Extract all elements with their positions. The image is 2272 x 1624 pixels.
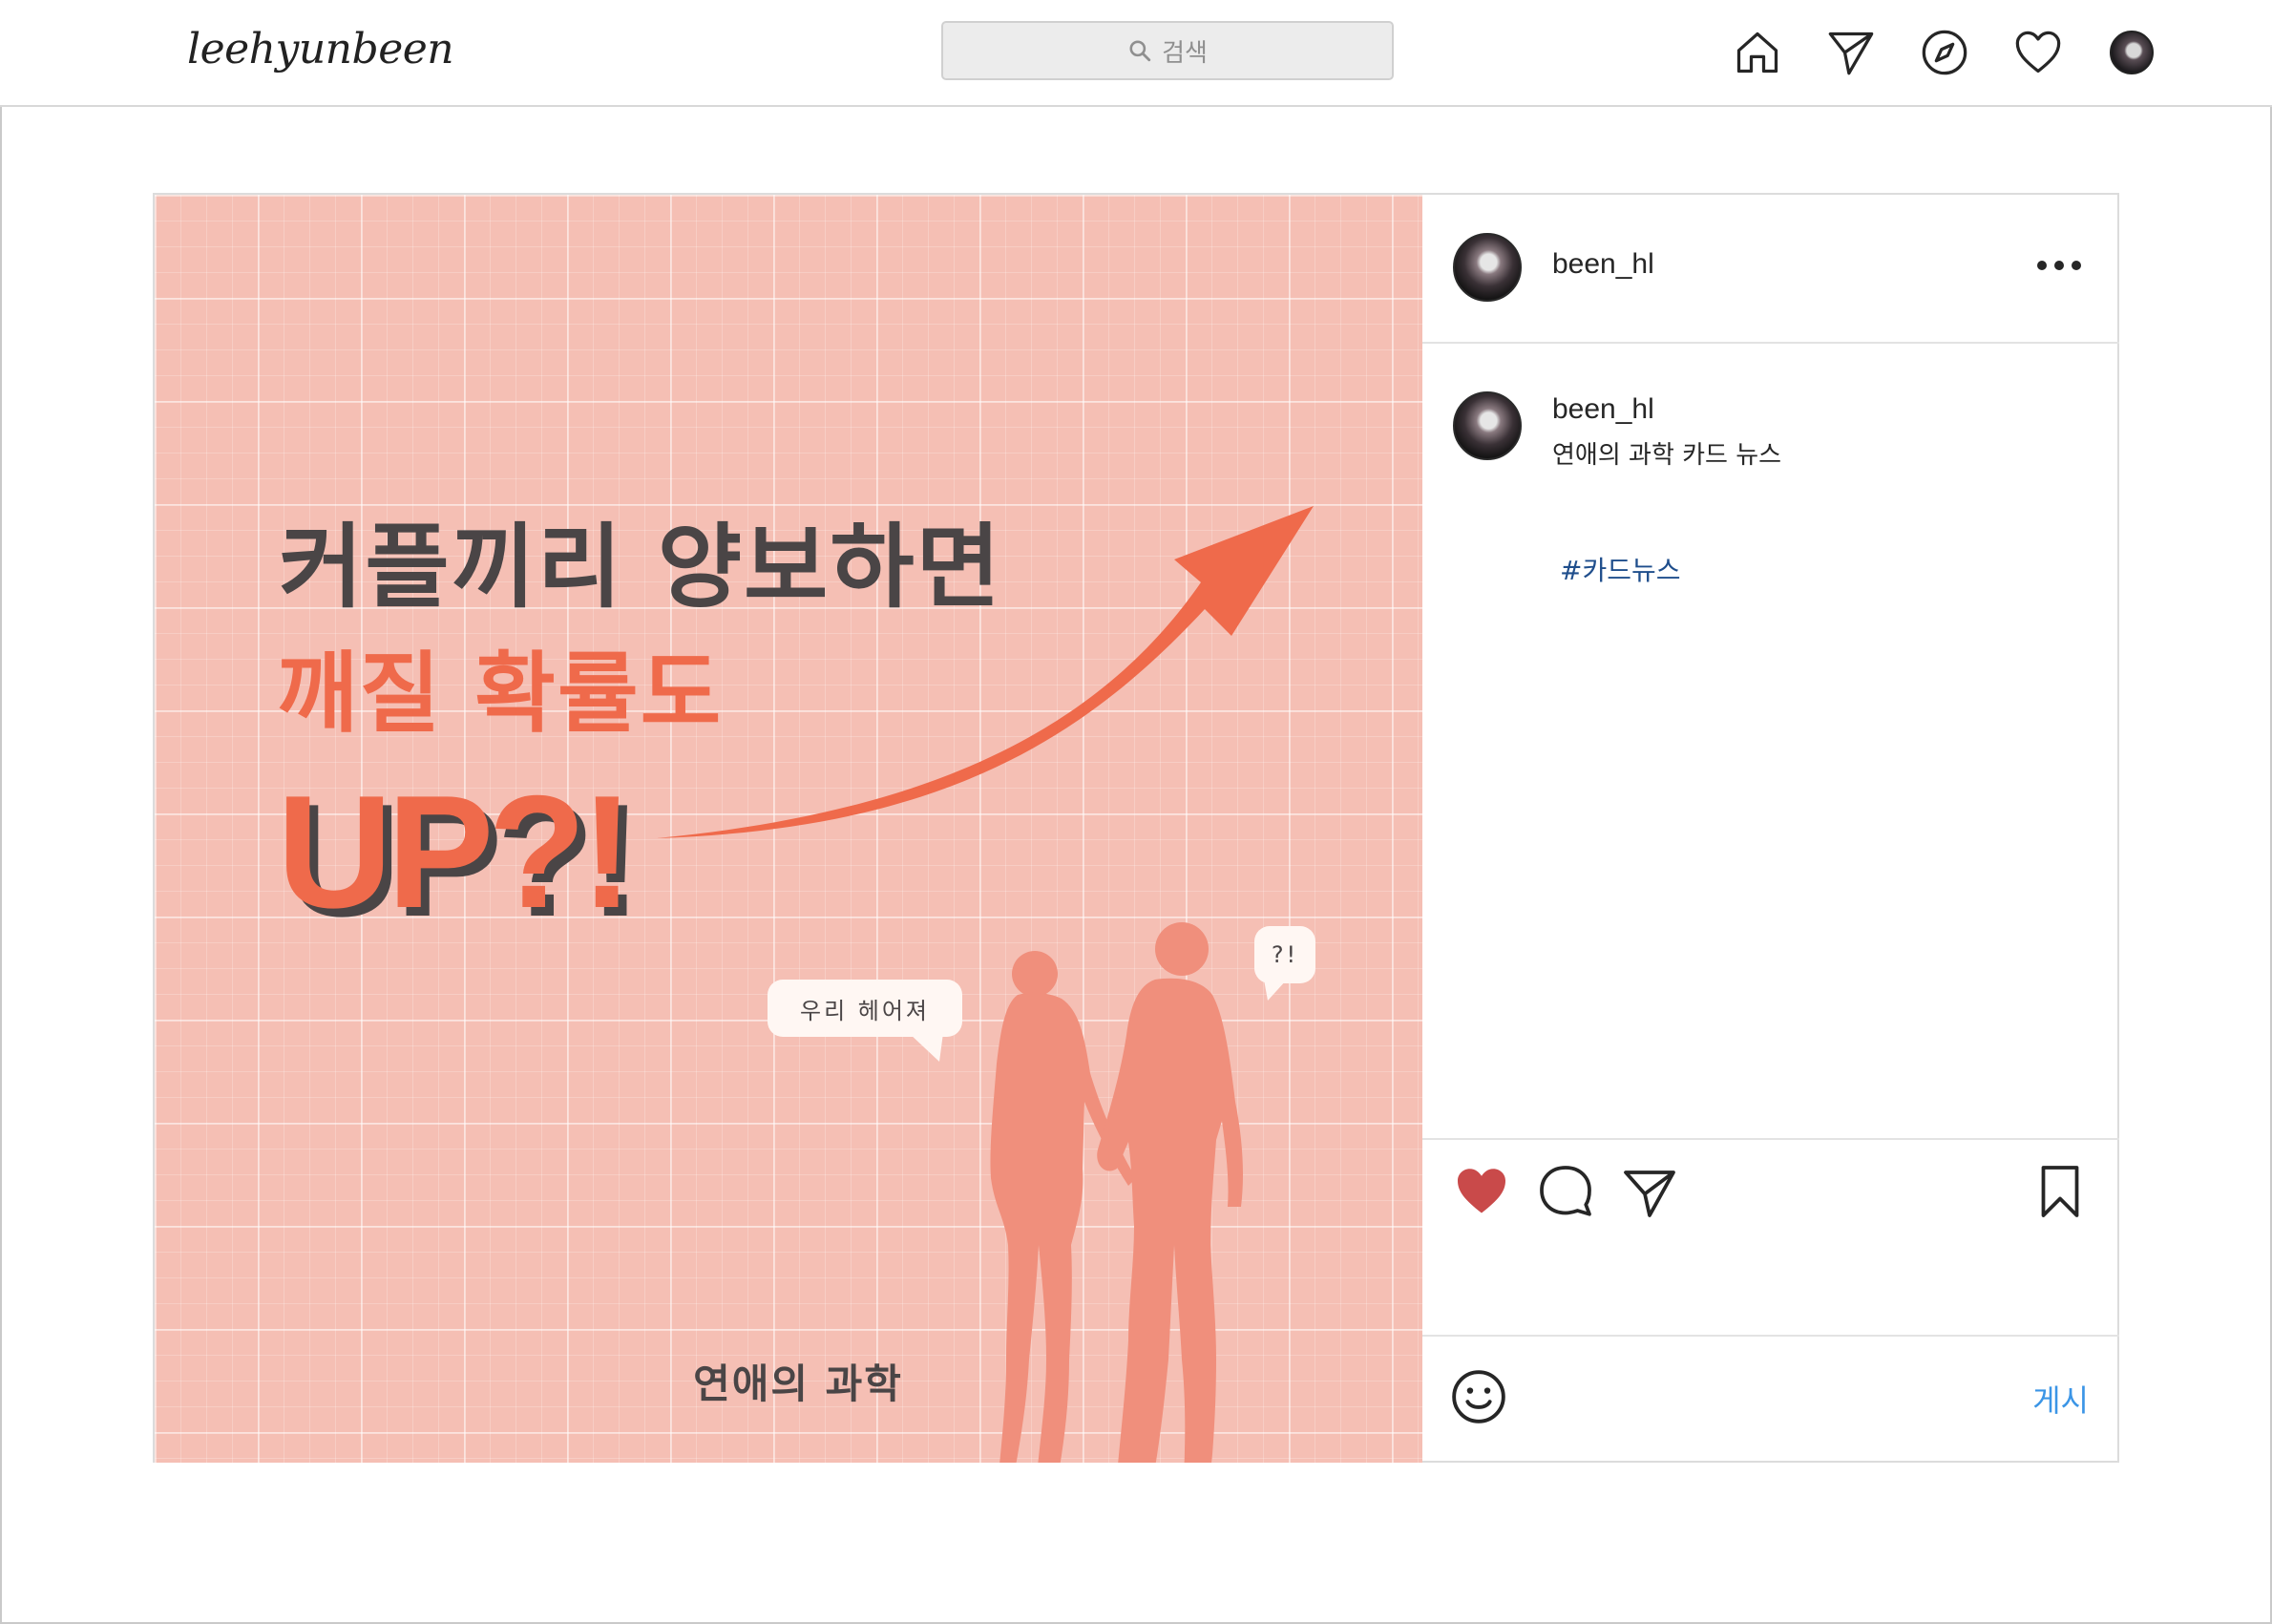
post-sidebar: been_hl been_hl 연애의 과학 카드 뉴스 #카드뉴스 게시 — [1422, 195, 2119, 1463]
save-button[interactable] — [2030, 1161, 2091, 1222]
direct-message-icon[interactable] — [1823, 25, 1879, 80]
comment-button[interactable] — [1535, 1161, 1596, 1222]
paper-plane-icon — [1624, 1171, 1675, 1217]
author-username[interactable]: been_hl — [1552, 248, 1654, 281]
bookmark-icon — [2041, 1166, 2079, 1217]
speech-bubble-tail-left — [909, 1033, 943, 1062]
post-image[interactable]: 커플끼리 양보하면 깨질 확률도 UP?! 우리 헤어져 ?! 연애의 과학 — [155, 195, 1422, 1463]
top-navigation-bar: leehyunbeen 검색 — [0, 0, 2272, 107]
image-footer-text: 연애의 과학 — [693, 1360, 903, 1407]
rising-arrow-graphic — [657, 506, 1314, 838]
profile-avatar[interactable] — [2104, 25, 2159, 80]
activity-heart-icon[interactable] — [2010, 25, 2066, 80]
caption-hashtag[interactable]: #카드뉴스 — [1560, 550, 1681, 588]
explore-compass-icon[interactable] — [1917, 25, 1972, 80]
avatar — [2110, 31, 2154, 74]
nav-icon-group — [0, 25, 2272, 82]
post-card: 커플끼리 양보하면 깨질 확률도 UP?! 우리 헤어져 ?! 연애의 과학 b… — [153, 193, 2119, 1463]
speech-bubble-left: 우리 헤어져 — [768, 980, 962, 1037]
home-icon[interactable] — [1730, 25, 1785, 80]
comment-bubble-icon — [1540, 1166, 1591, 1216]
share-button[interactable] — [1619, 1161, 1680, 1222]
like-button[interactable] — [1451, 1161, 1512, 1222]
heart-filled-icon — [1458, 1169, 1505, 1213]
comment-input-bar[interactable]: 게시 — [1422, 1337, 2119, 1463]
post-comment-button[interactable]: 게시 — [2032, 1377, 2089, 1421]
caption-text: 연애의 과학 카드 뉴스 — [1552, 441, 1782, 470]
caption-avatar[interactable] — [1453, 391, 1522, 460]
post-header: been_hl — [1422, 195, 2119, 344]
post-actions-bar — [1422, 1138, 2119, 1337]
more-options-icon[interactable] — [2037, 256, 2081, 275]
emoji-icon[interactable] — [1449, 1367, 1508, 1426]
image-headline-line3: UP?! — [277, 762, 634, 941]
author-avatar[interactable] — [1453, 233, 1522, 302]
caption-username[interactable]: been_hl — [1552, 393, 1654, 426]
